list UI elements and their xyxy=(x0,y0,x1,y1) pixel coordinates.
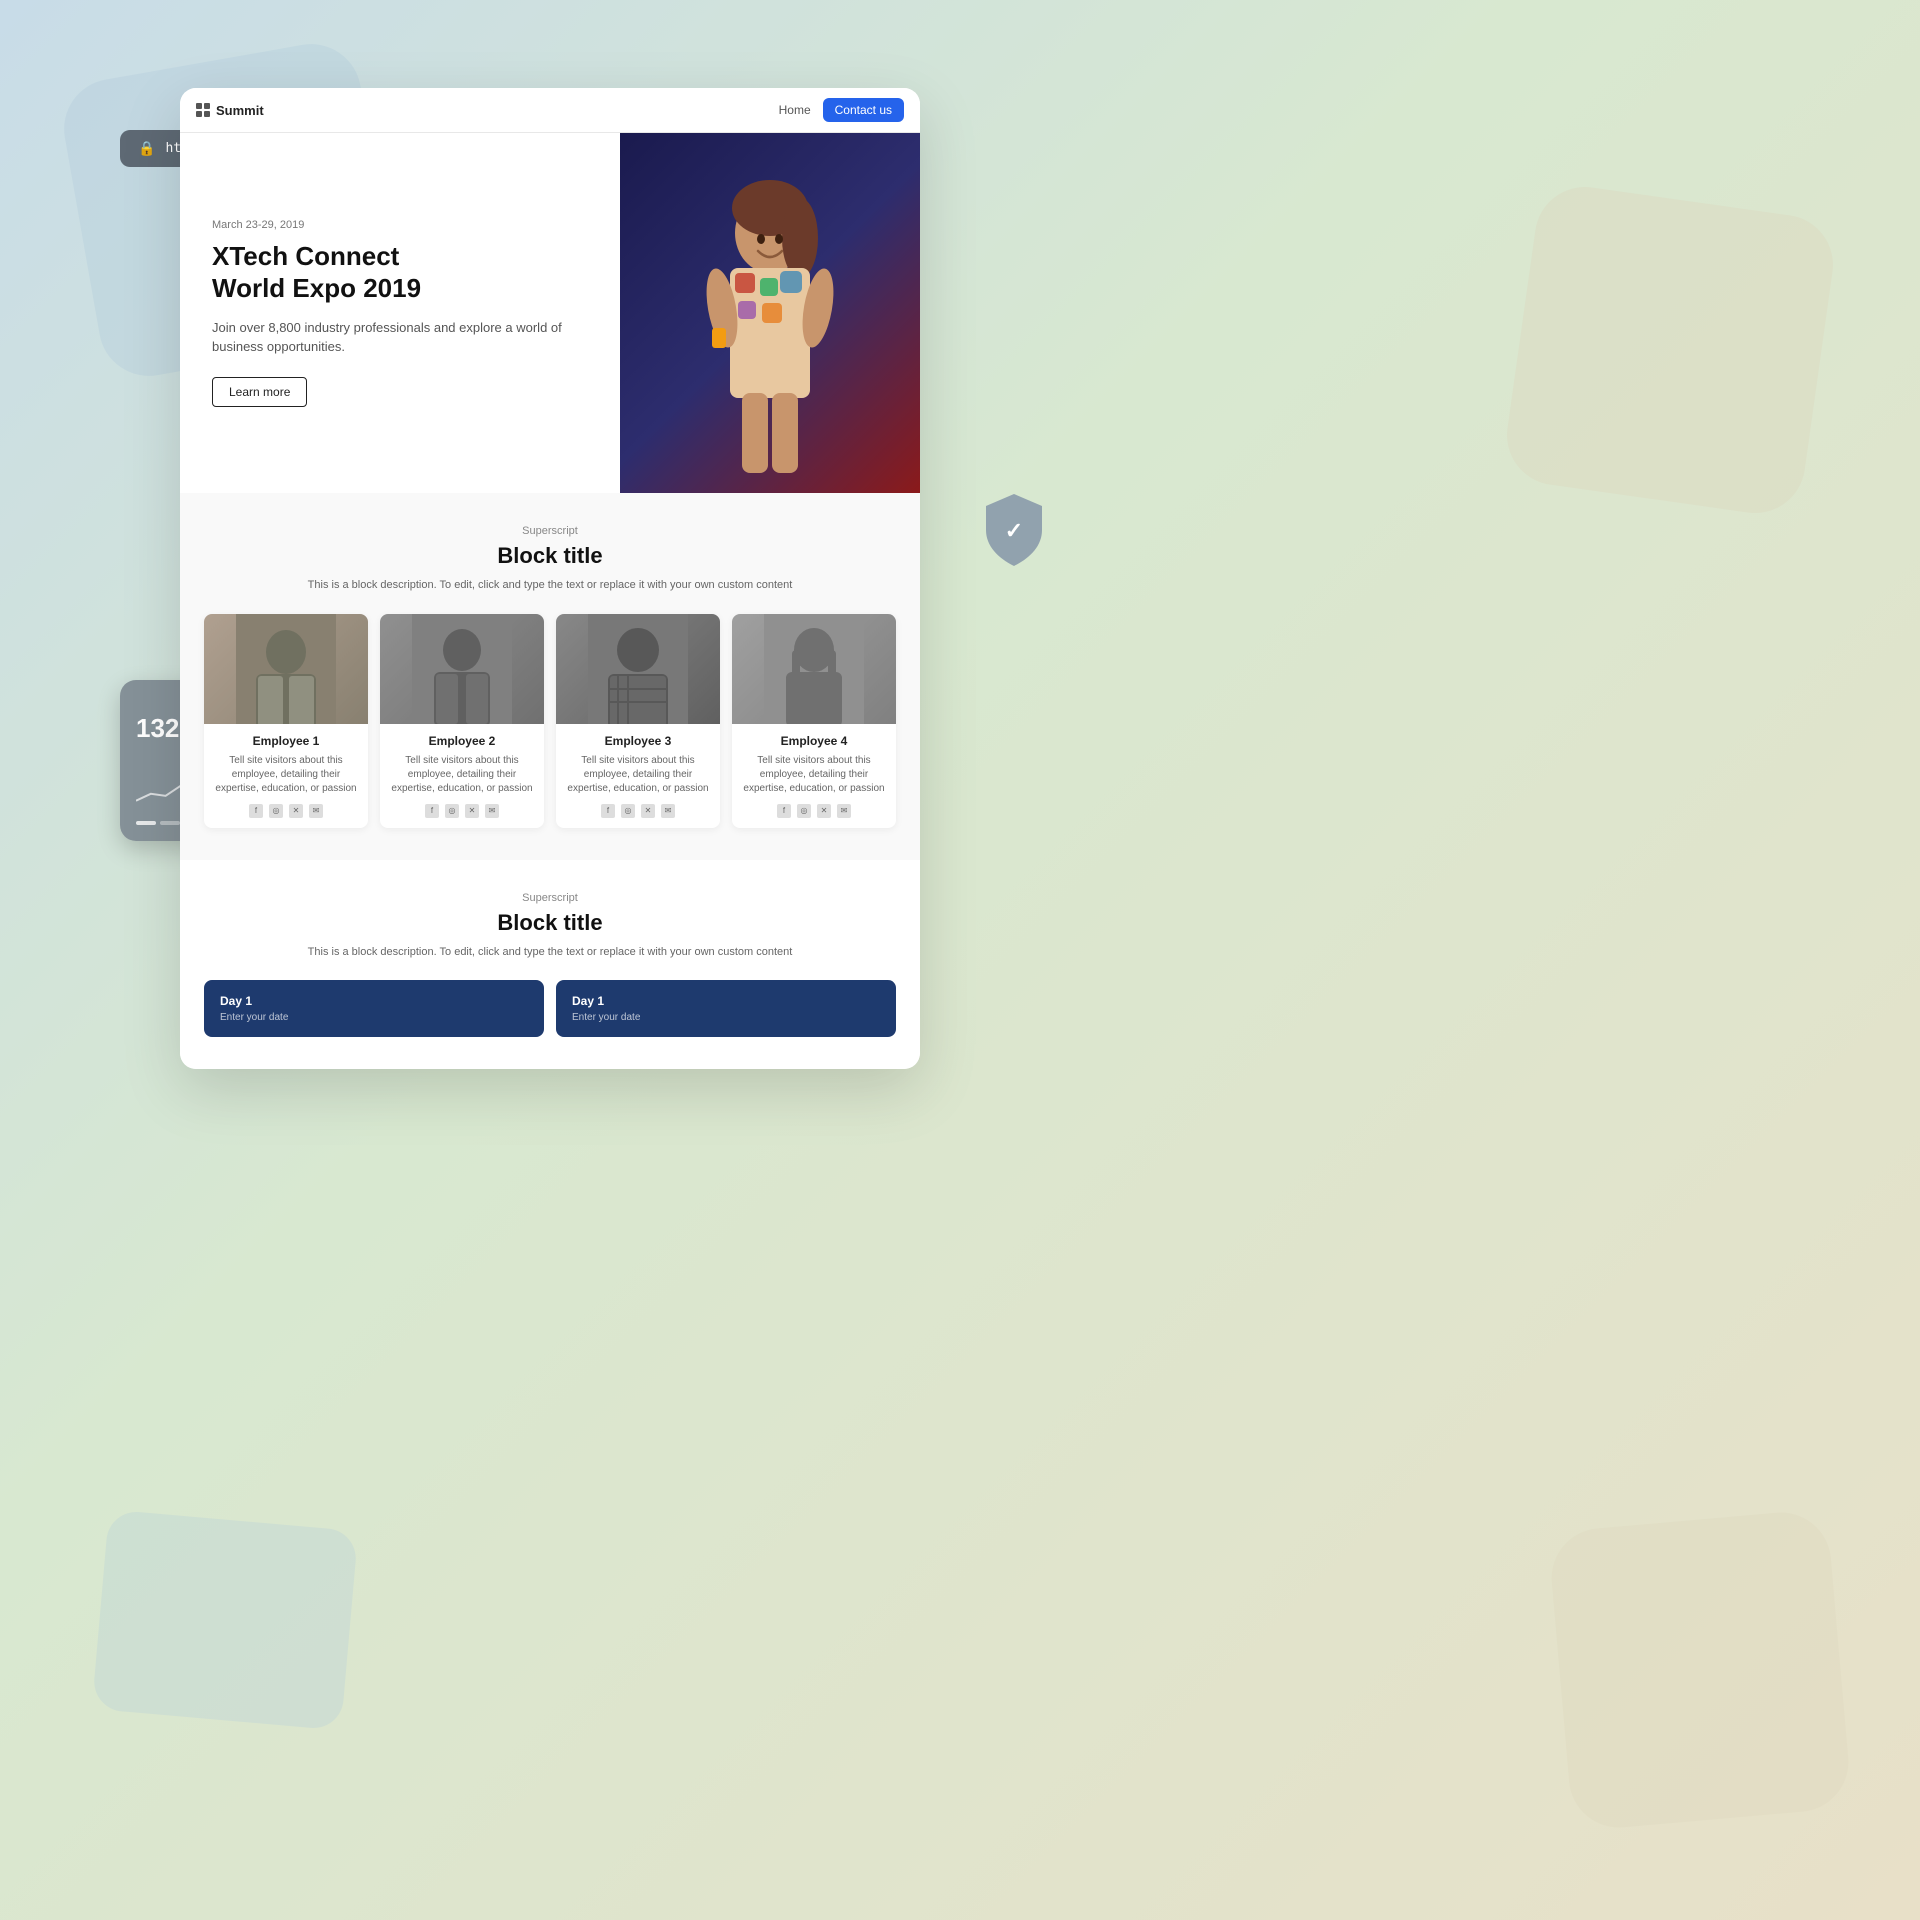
team-social-2: f ◎ ✕ ✉ xyxy=(388,804,536,818)
team-card-3: Employee 3 Tell site visitors about this… xyxy=(556,614,720,828)
team-grid: Employee 1 Tell site visitors about this… xyxy=(204,614,896,828)
email-icon-2[interactable]: ✉ xyxy=(485,804,499,818)
day-card-1: Day 1 Enter your date xyxy=(204,980,544,1037)
day-card-2: Day 1 Enter your date xyxy=(556,980,896,1037)
hero-date: March 23-29, 2019 xyxy=(212,219,588,231)
team-bio-3: Tell site visitors about this employee, … xyxy=(564,754,712,796)
hero-cta-button[interactable]: Learn more xyxy=(212,377,307,407)
team-social-3: f ◎ ✕ ✉ xyxy=(564,804,712,818)
hero-description: Join over 8,800 industry professionals a… xyxy=(212,318,588,357)
team-info-3: Employee 3 Tell site visitors about this… xyxy=(556,724,720,828)
instagram-icon-1[interactable]: ◎ xyxy=(269,804,283,818)
second-section-title: Block title xyxy=(204,910,896,936)
day-label-2: Day 1 xyxy=(572,994,880,1008)
team-photo-4 xyxy=(732,614,896,724)
team-section: Superscript Block title This is a block … xyxy=(180,493,920,860)
facebook-icon-4[interactable]: f xyxy=(777,804,791,818)
browser-nav: Summit Home Contact us xyxy=(180,88,920,133)
stats-dot-1 xyxy=(136,821,156,825)
team-card-2: Employee 2 Tell site visitors about this… xyxy=(380,614,544,828)
hero-title: XTech Connect World Expo 2019 xyxy=(212,241,588,303)
bg-shape-2 xyxy=(92,1509,358,1730)
email-icon-4[interactable]: ✉ xyxy=(837,804,851,818)
instagram-icon-2[interactable]: ◎ xyxy=(445,804,459,818)
team-social-4: f ◎ ✕ ✉ xyxy=(740,804,888,818)
hero-title-line2: World Expo 2019 xyxy=(212,273,421,303)
site-brand: Summit xyxy=(196,103,264,118)
twitter-icon-2[interactable]: ✕ xyxy=(465,804,479,818)
hero-content: March 23-29, 2019 XTech Connect World Ex… xyxy=(180,133,620,493)
facebook-icon-3[interactable]: f xyxy=(601,804,615,818)
stats-dot-2 xyxy=(160,821,180,825)
browser-window: Summit Home Contact us March 23-29, 2019… xyxy=(180,88,920,1069)
bg-shape-4 xyxy=(1547,1508,1852,1831)
second-section-desc: This is a block description. To edit, cl… xyxy=(204,944,896,961)
team-info-1: Employee 1 Tell site visitors about this… xyxy=(204,724,368,828)
team-social-1: f ◎ ✕ ✉ xyxy=(212,804,360,818)
svg-text:✓: ✓ xyxy=(1005,518,1023,543)
team-name-1: Employee 1 xyxy=(212,734,360,748)
shield-badge: ✓ xyxy=(978,490,1050,570)
facebook-icon-1[interactable]: f xyxy=(249,804,263,818)
team-section-title: Block title xyxy=(204,543,896,569)
team-name-2: Employee 2 xyxy=(388,734,536,748)
team-superscript: Superscript xyxy=(204,525,896,537)
team-photo-2 xyxy=(380,614,544,724)
hero-image xyxy=(620,133,920,493)
team-info-4: Employee 4 Tell site visitors about this… xyxy=(732,724,896,828)
team-bio-1: Tell site visitors about this employee, … xyxy=(212,754,360,796)
day-label-1: Day 1 xyxy=(220,994,528,1008)
nav-contact-button[interactable]: Contact us xyxy=(823,98,904,122)
team-bio-4: Tell site visitors about this employee, … xyxy=(740,754,888,796)
team-name-3: Employee 3 xyxy=(564,734,712,748)
lock-icon: 🔒 xyxy=(138,140,155,157)
hero-image-placeholder xyxy=(620,133,920,493)
second-section: Superscript Block title This is a block … xyxy=(180,860,920,1070)
twitter-icon-3[interactable]: ✕ xyxy=(641,804,655,818)
twitter-icon-4[interactable]: ✕ xyxy=(817,804,831,818)
bg-shape-3 xyxy=(1501,181,1840,520)
brand-name: Summit xyxy=(216,103,264,118)
email-icon-3[interactable]: ✉ xyxy=(661,804,675,818)
team-section-desc: This is a block description. To edit, cl… xyxy=(204,577,896,594)
twitter-icon-1[interactable]: ✕ xyxy=(289,804,303,818)
facebook-icon-2[interactable]: f xyxy=(425,804,439,818)
team-photo-3 xyxy=(556,614,720,724)
nav-links: Home Contact us xyxy=(779,98,904,122)
team-card-1: Employee 1 Tell site visitors about this… xyxy=(204,614,368,828)
email-icon-1[interactable]: ✉ xyxy=(309,804,323,818)
team-name-4: Employee 4 xyxy=(740,734,888,748)
day-date-hint-2: Enter your date xyxy=(572,1012,880,1023)
instagram-icon-4[interactable]: ◎ xyxy=(797,804,811,818)
hero-title-line1: XTech Connect xyxy=(212,241,399,271)
team-bio-2: Tell site visitors about this employee, … xyxy=(388,754,536,796)
second-superscript: Superscript xyxy=(204,892,896,904)
instagram-icon-3[interactable]: ◎ xyxy=(621,804,635,818)
day-cards: Day 1 Enter your date Day 1 Enter your d… xyxy=(204,980,896,1037)
brand-icon xyxy=(196,103,210,117)
day-date-hint-1: Enter your date xyxy=(220,1012,528,1023)
team-photo-1 xyxy=(204,614,368,724)
speaker-svg xyxy=(670,153,870,493)
team-info-2: Employee 2 Tell site visitors about this… xyxy=(380,724,544,828)
team-card-4: Employee 4 Tell site visitors about this… xyxy=(732,614,896,828)
nav-home-link[interactable]: Home xyxy=(779,103,811,117)
hero-section: March 23-29, 2019 XTech Connect World Ex… xyxy=(180,133,920,493)
